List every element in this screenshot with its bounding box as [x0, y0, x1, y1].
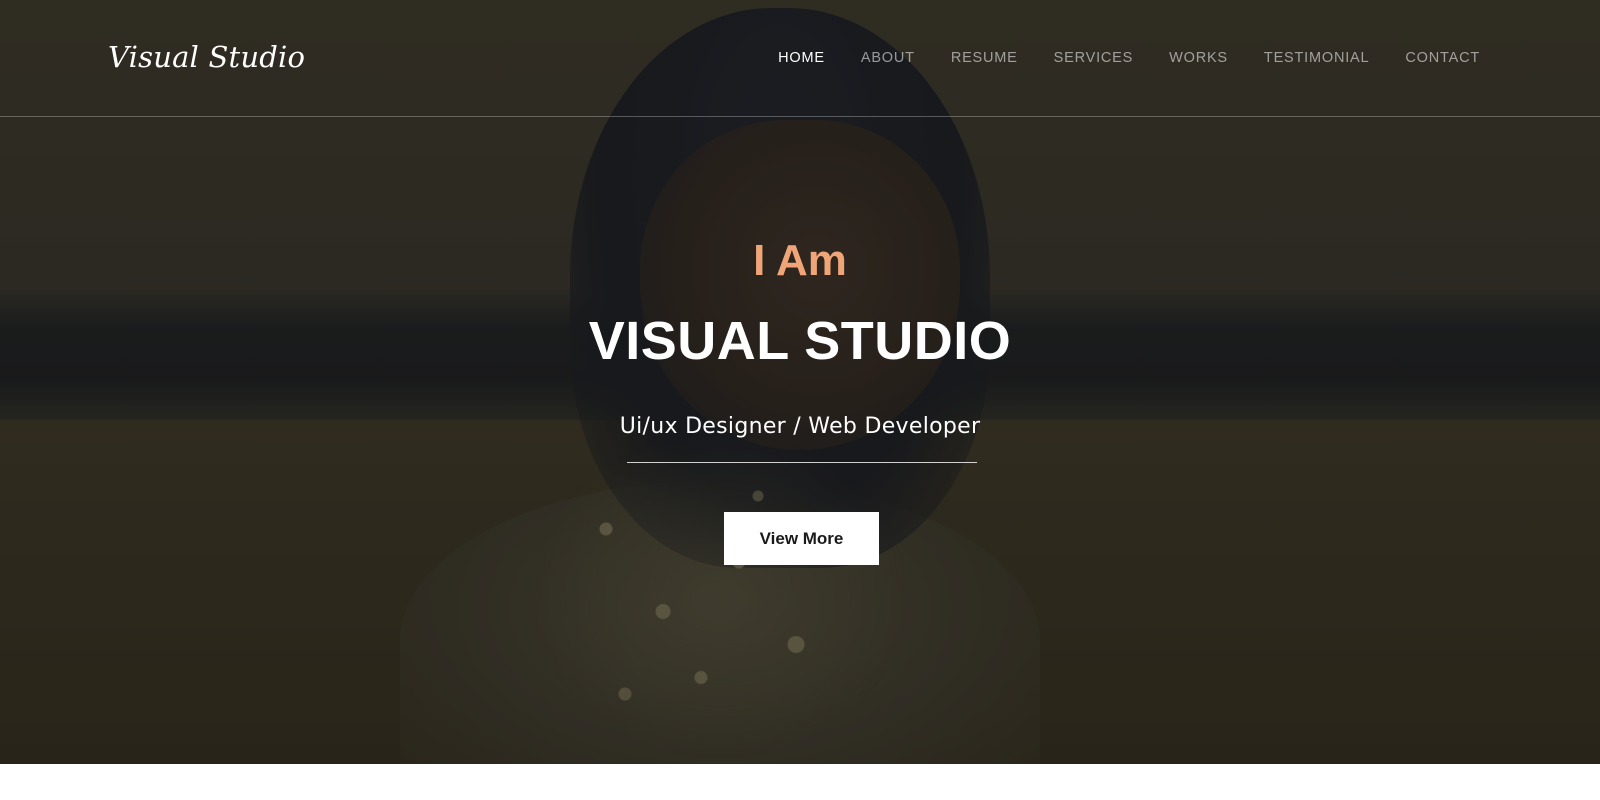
hero-intro: I Am	[753, 236, 847, 285]
hero-content: I Am VISUAL STUDIO Ui/ux Designer / Web …	[0, 0, 1600, 764]
hero-divider	[627, 462, 977, 463]
view-more-button[interactable]: View More	[724, 512, 879, 565]
hero-headline: VISUAL STUDIO	[588, 311, 1012, 371]
hero-tagline: Ui/ux Designer / Web Developer	[619, 414, 981, 439]
